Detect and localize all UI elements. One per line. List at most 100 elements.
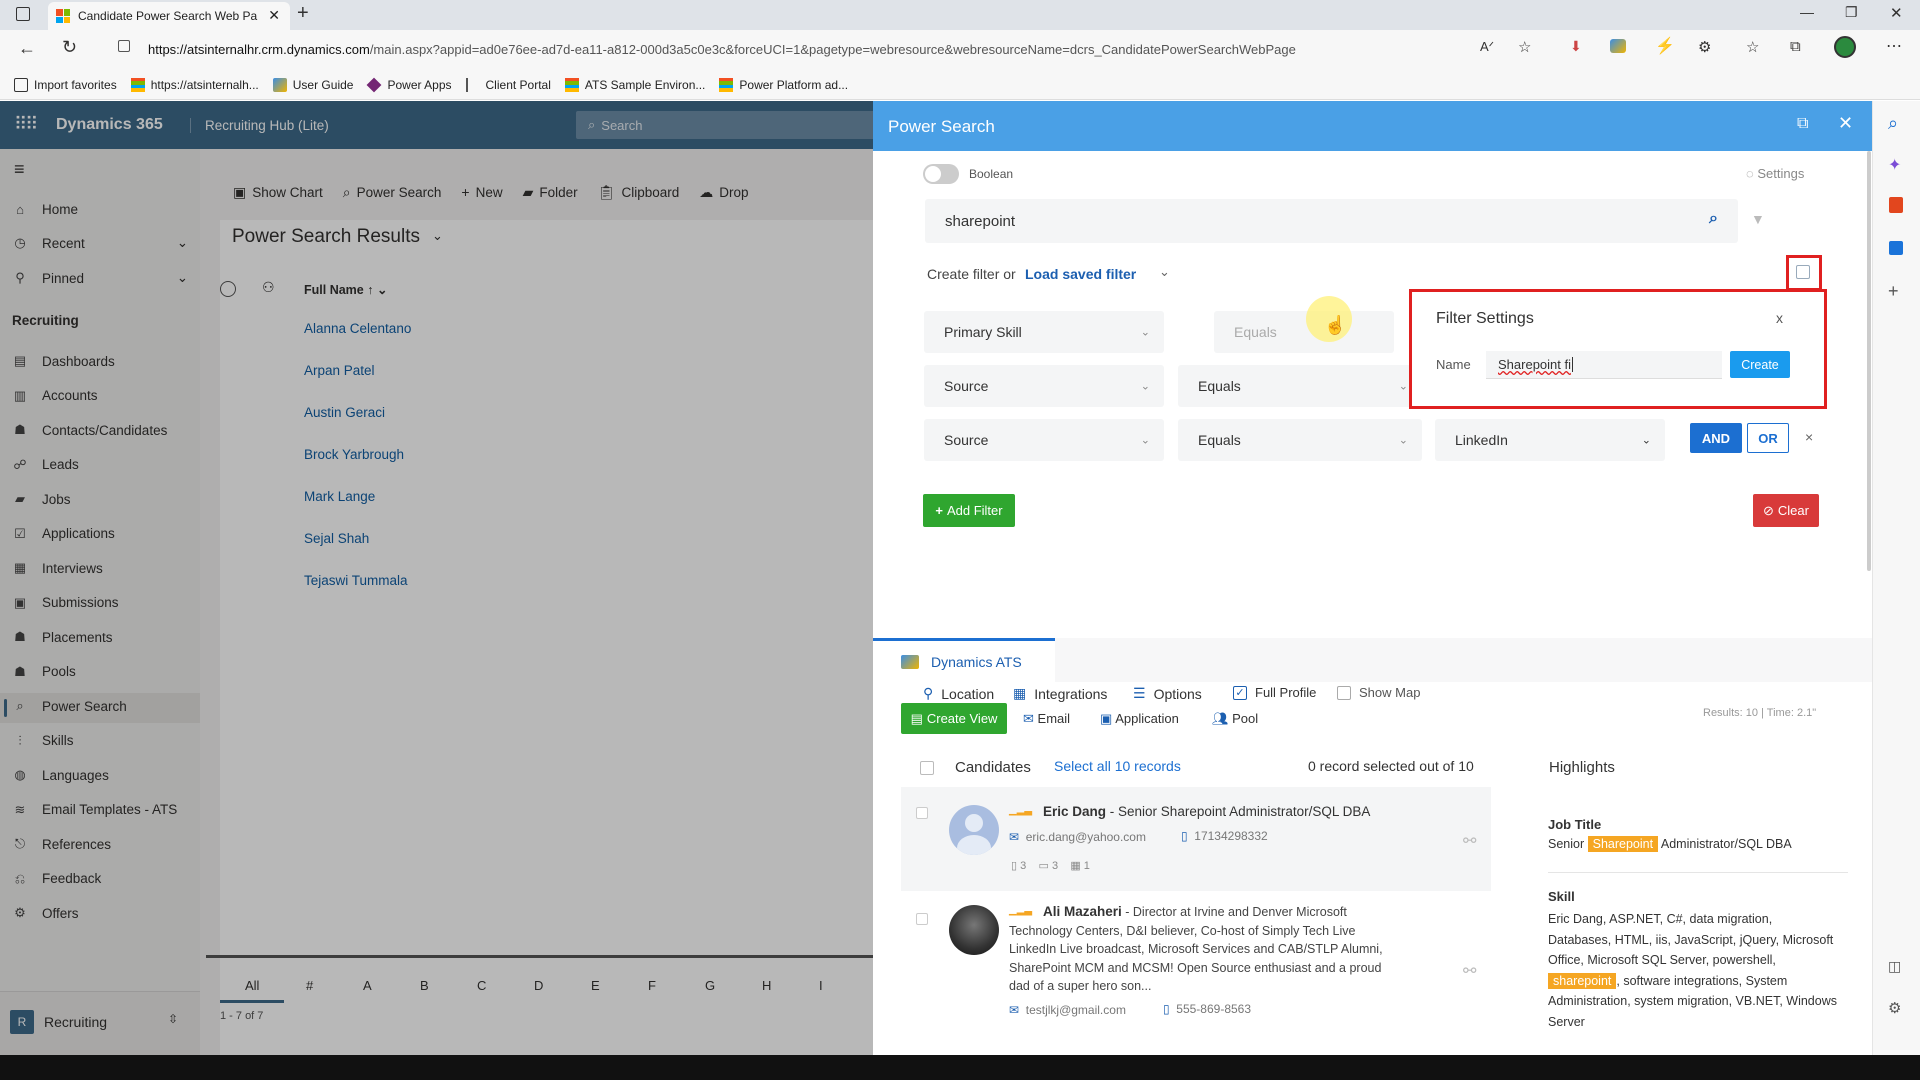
boolean-toggle[interactable] <box>923 164 959 184</box>
binoculars-icon[interactable]: ⚯ <box>1463 831 1476 851</box>
more-icon[interactable]: ⋯ <box>1886 36 1902 56</box>
window-close-icon[interactable]: ✕ <box>1890 4 1903 22</box>
integrations-option[interactable]: ▦ Integrations <box>1013 685 1107 702</box>
filter-field-2[interactable]: Source ⌄ <box>924 365 1164 407</box>
sidebar-layout-icon[interactable]: ◫ <box>1888 958 1901 975</box>
bookmark-label: ATS Sample Environ... <box>584 77 706 92</box>
bookmark-power-platform[interactable]: Power Platform ad... <box>719 77 849 92</box>
options-option[interactable]: ☰ Options <box>1133 685 1202 702</box>
url-field[interactable]: https://atsinternalhr.crm.dynamics.com/m… <box>148 34 1548 64</box>
application-action[interactable]: ▣ Application <box>1100 711 1179 727</box>
bookmark-ats-sample[interactable]: ATS Sample Environ... <box>564 77 706 92</box>
candidate-counts: ▯ 3 ▭ 3 ▦ 1 <box>1011 859 1090 872</box>
avatar <box>949 805 999 855</box>
extension-icon[interactable]: ⬇ <box>1570 38 1582 55</box>
candidate-phone[interactable]: ▯ 17134298332 <box>1181 829 1268 843</box>
envelope-icon: ✉ <box>1023 711 1034 726</box>
office-icon[interactable] <box>1889 197 1903 213</box>
pool-action[interactable]: 👥︎ Pool <box>1212 711 1258 727</box>
bookmark-power-apps[interactable]: Power Apps <box>367 77 452 92</box>
full-profile-checkbox[interactable]: ✓ Full Profile <box>1233 685 1316 700</box>
tab-actions-icon[interactable] <box>16 7 30 21</box>
close-tab-icon[interactable]: ✕ <box>268 7 280 24</box>
dynamics-extension-icon[interactable] <box>1610 39 1626 53</box>
bookmark-label: Client Portal <box>485 77 551 92</box>
candidate-card[interactable]: ▁▂▃ Ali Mazaheri - Director at Irvine an… <box>901 893 1491 1055</box>
candidate-email[interactable]: ✉ eric.dang@yahoo.com <box>1009 830 1146 844</box>
filter-value-3[interactable]: LinkedIn ⌄ <box>1435 419 1665 461</box>
settings-link[interactable]: ◌ Settings <box>1746 166 1804 181</box>
bookmark-label: Power Platform ad... <box>739 77 849 92</box>
search-icon[interactable]: ⌕ <box>1888 113 1898 134</box>
browser-tab[interactable]: Candidate Power Search Web Pa ✕ <box>48 2 290 30</box>
refresh-icon[interactable]: ↻ <box>62 37 77 58</box>
bookmark-atsinternal[interactable]: https://atsinternalh... <box>130 77 259 92</box>
and-button[interactable]: AND <box>1690 423 1742 453</box>
location-option[interactable]: ⚲ Location <box>923 685 994 702</box>
add-icon[interactable]: + <box>1888 281 1899 302</box>
candidate-checkbox[interactable] <box>916 807 928 819</box>
pop-out-icon[interactable]: ⧉ <box>1797 115 1808 133</box>
copilot-icon[interactable]: ✦ <box>1888 155 1901 175</box>
filter-field-3[interactable]: Source ⌄ <box>924 419 1164 461</box>
candidate-headline[interactable]: Eric Dang - Senior Sharepoint Administra… <box>1043 804 1473 819</box>
create-view-button[interactable]: ▤ Create View <box>901 703 1007 734</box>
power-search-panel: Power Search ⧉ ✕ Boolean ◌ Settings shar… <box>873 101 1872 1055</box>
lightning-extension-icon[interactable]: ⚡ <box>1655 36 1675 56</box>
add-filter-button[interactable]: + Add Filter <box>923 494 1015 527</box>
filter-icon[interactable]: ▼ <box>1751 211 1765 227</box>
filter-op-2[interactable]: Equals ⌄ <box>1178 365 1422 407</box>
candidate-phone[interactable]: ▯ 555-869-8563 <box>1163 1002 1251 1016</box>
filter-op-1[interactable]: Equals <box>1214 311 1394 353</box>
remove-filter-icon[interactable]: × <box>1805 429 1813 445</box>
favorite-add-icon[interactable]: ☆ <box>1518 38 1531 56</box>
close-popup-icon[interactable]: x <box>1776 310 1783 326</box>
application-icon: ▣ <box>1100 711 1113 726</box>
chevron-down-icon: ⌄ <box>1398 380 1408 393</box>
candidate-card[interactable]: ▁▂▃ Eric Dang - Senior Sharepoint Admini… <box>901 787 1491 891</box>
modal-overlay[interactable] <box>0 101 875 1055</box>
favorites-icon[interactable]: ☆ <box>1746 38 1759 56</box>
selection-count: 0 record selected out of 10 <box>1308 758 1474 774</box>
select-all-link[interactable]: Select all 10 records <box>1054 758 1181 774</box>
create-filter-button[interactable]: Create <box>1730 351 1790 378</box>
filter-op-3[interactable]: Equals ⌄ <box>1178 419 1422 461</box>
collections-icon[interactable]: ⧉ <box>1790 38 1801 55</box>
minimize-icon[interactable]: — <box>1800 4 1814 20</box>
candidate-email[interactable]: ✉ testjlkj@gmail.com <box>1009 1003 1126 1017</box>
outlook-icon[interactable] <box>1889 241 1903 255</box>
select-all-checkbox[interactable] <box>920 761 934 775</box>
bookmark-import[interactable]: Import favorites <box>14 77 117 92</box>
bookmark-user-guide[interactable]: User Guide <box>272 77 353 92</box>
candidate-checkbox[interactable] <box>916 913 928 925</box>
extensions-icon[interactable]: ⚙ <box>1698 38 1711 56</box>
filter-name-input[interactable]: Sharepoint fi <box>1486 351 1722 379</box>
gear-icon[interactable]: ⚙ <box>1888 999 1901 1017</box>
tab-dynamics-ats[interactable]: Dynamics ATS <box>873 638 1055 682</box>
show-map-checkbox[interactable]: Show Map <box>1337 685 1420 700</box>
new-tab-icon[interactable]: + <box>297 2 309 25</box>
chevron-down-icon[interactable]: ⌄ <box>1159 264 1170 280</box>
chevron-down-icon: ⌄ <box>1140 380 1150 393</box>
panel-scrollbar[interactable] <box>1867 151 1871 571</box>
close-panel-icon[interactable]: ✕ <box>1838 113 1853 134</box>
profile-avatar[interactable] <box>1834 36 1856 58</box>
email-value: eric.dang@yahoo.com <box>1025 830 1146 844</box>
lock-icon[interactable] <box>118 40 130 52</box>
binoculars-icon[interactable]: ⚯ <box>1463 961 1476 981</box>
email-value: testjlkj@gmail.com <box>1025 1003 1126 1017</box>
search-query-input[interactable]: sharepoint ⌕ <box>925 199 1738 243</box>
ban-icon: ⊘ <box>1763 502 1774 518</box>
bookmark-client-portal[interactable]: Client Portal <box>465 77 551 92</box>
read-aloud-icon[interactable]: Aᐟ <box>1480 39 1494 55</box>
or-button[interactable]: OR <box>1747 423 1789 453</box>
load-saved-filter-link[interactable]: Load saved filter <box>1025 266 1136 282</box>
candidate-headline[interactable]: Ali Mazaheri - Director at Irvine and De… <box>1009 903 1399 996</box>
search-icon[interactable]: ⌕ <box>1709 210 1718 228</box>
filter-field-1[interactable]: Primary Skill ⌄ <box>924 311 1164 353</box>
application-icon: ▭ <box>1038 860 1049 872</box>
clear-button[interactable]: ⊘ Clear <box>1753 494 1819 527</box>
email-action[interactable]: ✉ Email <box>1023 711 1070 727</box>
back-icon[interactable]: ← <box>18 38 36 59</box>
restore-icon[interactable]: ❐ <box>1845 4 1858 21</box>
